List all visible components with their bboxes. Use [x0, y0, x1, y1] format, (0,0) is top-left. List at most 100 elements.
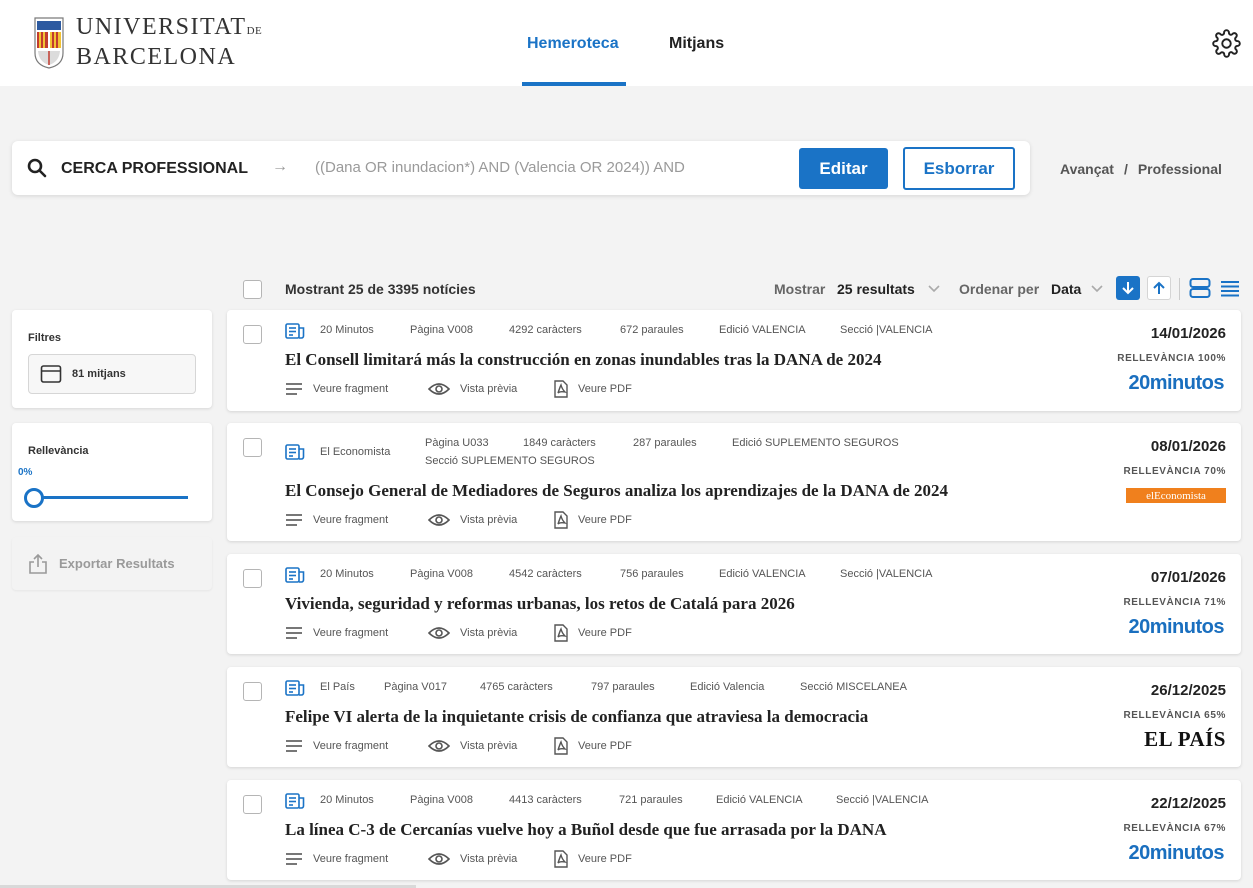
result-words: 756 paraules — [620, 568, 684, 580]
university-logo[interactable]: UNIVERSITATDE BARCELONA — [32, 14, 262, 70]
mitjans-filter-label: 81 mitjans — [72, 368, 126, 380]
view-pdf-button[interactable]: Veure PDF — [554, 380, 632, 398]
preview-button[interactable]: Vista prèvia — [428, 382, 517, 396]
eye-icon — [428, 627, 450, 639]
result-relevance: RELLEVÀNCIA 65% — [1123, 710, 1226, 721]
result-relevance: RELLEVÀNCIA 71% — [1123, 597, 1226, 608]
result-date: 14/01/2026 — [1150, 325, 1226, 342]
result-date: 22/12/2025 — [1150, 795, 1226, 812]
result-section: Secció |VALENCIA — [840, 568, 933, 580]
relevance-slider-thumb[interactable] — [24, 488, 44, 508]
preview-button[interactable]: Vista prèvia — [428, 852, 517, 866]
mode-advanced-link[interactable]: Avançat — [1060, 161, 1114, 177]
chevron-down-icon[interactable] — [1090, 280, 1104, 296]
search-mode-label: CERCA PROFESSIONAL — [61, 160, 248, 177]
view-fragment-button[interactable]: Veure fragment — [285, 626, 388, 640]
result-card[interactable]: 20 Minutos Pàgina V008 4413 caràcters 72… — [227, 780, 1241, 880]
list-view-button[interactable] — [1218, 276, 1242, 300]
preview-button[interactable]: Vista prèvia — [428, 513, 517, 527]
preview-label: Vista prèvia — [460, 514, 518, 526]
source-logo-elpais: EL PAÍS — [1144, 727, 1226, 751]
result-title[interactable]: El Consejo General de Mediadores de Segu… — [285, 481, 948, 501]
result-relevance: RELLEVÀNCIA 100% — [1117, 353, 1226, 364]
relevance-title: Rellevància — [28, 445, 89, 457]
result-source: 20 Minutos — [320, 794, 374, 806]
export-results-label: Exportar Resultats — [59, 556, 175, 571]
result-title[interactable]: La línea C-3 de Cercanías vuelve hoy a B… — [285, 820, 886, 840]
preview-label: Vista prèvia — [460, 383, 518, 395]
view-fragment-label: Veure fragment — [313, 740, 389, 752]
newspaper-icon — [285, 323, 305, 339]
text-lines-icon — [286, 740, 302, 752]
text-lines-icon — [286, 627, 302, 639]
mitjans-filter-button[interactable]: 81 mitjans — [28, 354, 196, 394]
result-section: Secció |VALENCIA — [840, 324, 933, 336]
result-checkbox[interactable] — [243, 569, 262, 588]
view-fragment-button[interactable]: Veure fragment — [285, 382, 388, 396]
tab-mitjans[interactable]: Mitjans — [669, 35, 724, 53]
newspaper-icon — [285, 793, 305, 809]
relevance-panel: Rellevància 0% — [12, 423, 212, 521]
sort-ascending-button[interactable] — [1147, 276, 1171, 300]
text-lines-icon — [286, 383, 302, 395]
result-edition: Edició VALENCIA — [719, 324, 806, 336]
result-title[interactable]: El Consell limitará más la construcción … — [285, 350, 881, 370]
chevron-down-icon[interactable] — [927, 280, 941, 296]
result-title[interactable]: Vivienda, seguridad y reformas urbanas, … — [285, 594, 795, 614]
result-page: Pàgina V008 — [410, 794, 473, 806]
toolbar-divider — [1179, 278, 1180, 300]
view-pdf-button[interactable]: Veure PDF — [554, 624, 632, 642]
result-card[interactable]: El Economista Pàgina U033 1849 caràcters… — [227, 423, 1241, 541]
view-fragment-button[interactable]: Veure fragment — [285, 852, 388, 866]
preview-button[interactable]: Vista prèvia — [428, 739, 517, 753]
mode-professional-link[interactable]: Professional — [1138, 161, 1222, 177]
newspaper-icon — [285, 444, 305, 460]
show-select-value[interactable]: 25 resultats — [837, 281, 915, 297]
result-date: 07/01/2026 — [1150, 569, 1226, 586]
result-card[interactable]: 20 Minutos Pàgina V008 4542 caràcters 75… — [227, 554, 1241, 654]
preview-button[interactable]: Vista prèvia — [428, 626, 517, 640]
pdf-icon — [554, 850, 568, 868]
eye-icon — [428, 740, 450, 752]
edit-button[interactable]: Editar — [799, 148, 888, 189]
show-label: Mostrar — [774, 281, 826, 297]
result-checkbox[interactable] — [243, 795, 262, 814]
card-view-button[interactable] — [1188, 276, 1212, 300]
result-checkbox[interactable] — [243, 438, 262, 457]
source-logo-20minutos: 20minutos — [1128, 616, 1224, 638]
result-words: 797 paraules — [591, 681, 655, 693]
relevance-slider-track[interactable] — [30, 496, 188, 499]
order-select-value[interactable]: Data — [1051, 281, 1081, 297]
eye-icon — [428, 514, 450, 526]
source-logo-20minutos: 20minutos — [1128, 372, 1224, 394]
view-fragment-button[interactable]: Veure fragment — [285, 513, 388, 527]
result-words: 672 paraules — [620, 324, 684, 336]
select-all-checkbox[interactable] — [243, 280, 262, 299]
result-card[interactable]: 20 Minutos Pàgina V008 4292 caràcters 67… — [227, 310, 1241, 411]
view-pdf-label: Veure PDF — [578, 853, 632, 865]
result-checkbox[interactable] — [243, 325, 262, 344]
view-fragment-label: Veure fragment — [313, 514, 389, 526]
arrow-down-icon — [1122, 282, 1134, 295]
active-tab-indicator — [522, 82, 626, 86]
view-pdf-button[interactable]: Veure PDF — [554, 737, 632, 755]
result-page: Pàgina V017 — [384, 681, 447, 693]
result-checkbox[interactable] — [243, 682, 262, 701]
result-chars: 4292 caràcters — [509, 324, 582, 336]
result-card[interactable]: El País Pàgina V017 4765 caràcters 797 p… — [227, 667, 1241, 767]
result-relevance: RELLEVÀNCIA 70% — [1123, 466, 1226, 477]
view-fragment-button[interactable]: Veure fragment — [285, 739, 388, 753]
view-fragment-label: Veure fragment — [313, 853, 389, 865]
search-query-text[interactable]: ((Dana OR inundacion*) AND (Valencia OR … — [315, 159, 685, 176]
sort-descending-button[interactable] — [1116, 276, 1140, 300]
clear-button[interactable]: Esborrar — [903, 147, 1015, 190]
source-logo-eleconomista: elEconomista — [1126, 488, 1226, 503]
export-results-button[interactable]: Exportar Resultats — [12, 537, 212, 590]
view-pdf-button[interactable]: Veure PDF — [554, 850, 632, 868]
tab-hemeroteca[interactable]: Hemeroteca — [527, 35, 619, 53]
view-pdf-button[interactable]: Veure PDF — [554, 511, 632, 529]
result-title[interactable]: Felipe VI alerta de la inquietante crisi… — [285, 707, 868, 727]
result-date: 26/12/2025 — [1150, 682, 1226, 699]
gear-icon[interactable] — [1212, 29, 1241, 58]
professional-search-bar: CERCA PROFESSIONAL → ((Dana OR inundacio… — [12, 141, 1030, 195]
